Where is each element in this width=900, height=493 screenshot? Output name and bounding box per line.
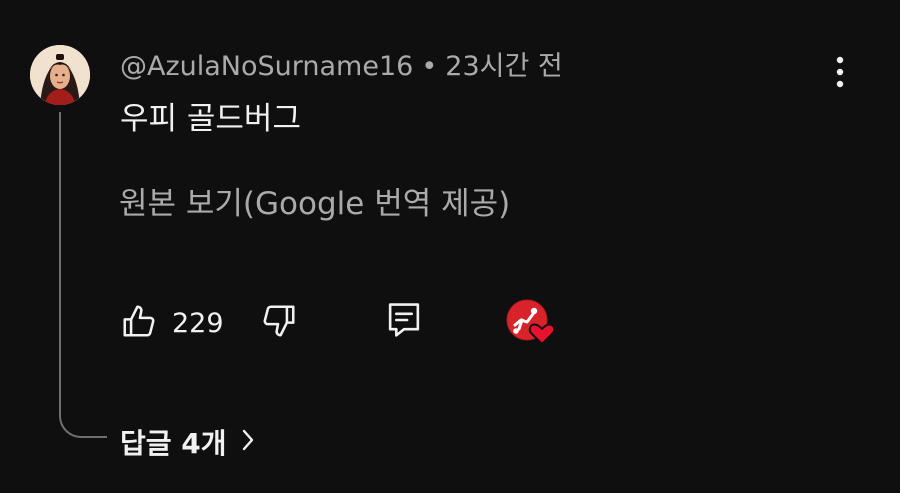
like-count: 229 <box>172 307 224 339</box>
thumbs-up-icon <box>120 302 158 344</box>
more-actions-button[interactable] <box>820 54 860 94</box>
comment-icon <box>385 303 423 344</box>
chevron-right-icon <box>241 426 255 459</box>
comment-timestamp[interactable]: 23시간 전 <box>445 51 562 82</box>
comment-thread: @AzulaNoSurname16 • 23시간 전 우피 골드버그 원본 보기(G… <box>0 0 900 493</box>
creator-heart-icon <box>505 299 561 352</box>
creator-heart-badge <box>505 298 561 348</box>
avatar[interactable] <box>30 45 90 105</box>
dislike-button[interactable] <box>260 302 302 344</box>
like-button[interactable]: 229 <box>120 302 224 344</box>
more-vert-icon <box>835 55 845 93</box>
meta-separator: • <box>421 51 438 82</box>
reply-button[interactable] <box>385 300 427 342</box>
replies-label: 답글 4개 <box>120 427 227 460</box>
comment-text: 우피 골드버그 <box>120 101 301 137</box>
thumbs-down-icon <box>260 305 298 344</box>
author-name[interactable]: @AzulaNoSurname16 <box>120 51 413 82</box>
view-original-link[interactable]: 원본 보기(Google 번역 제공) <box>119 183 510 225</box>
view-replies-button[interactable]: 답글 4개 <box>120 420 255 464</box>
reply-thread-line <box>59 112 107 438</box>
comment-header: @AzulaNoSurname16 • 23시간 전 <box>120 49 563 85</box>
